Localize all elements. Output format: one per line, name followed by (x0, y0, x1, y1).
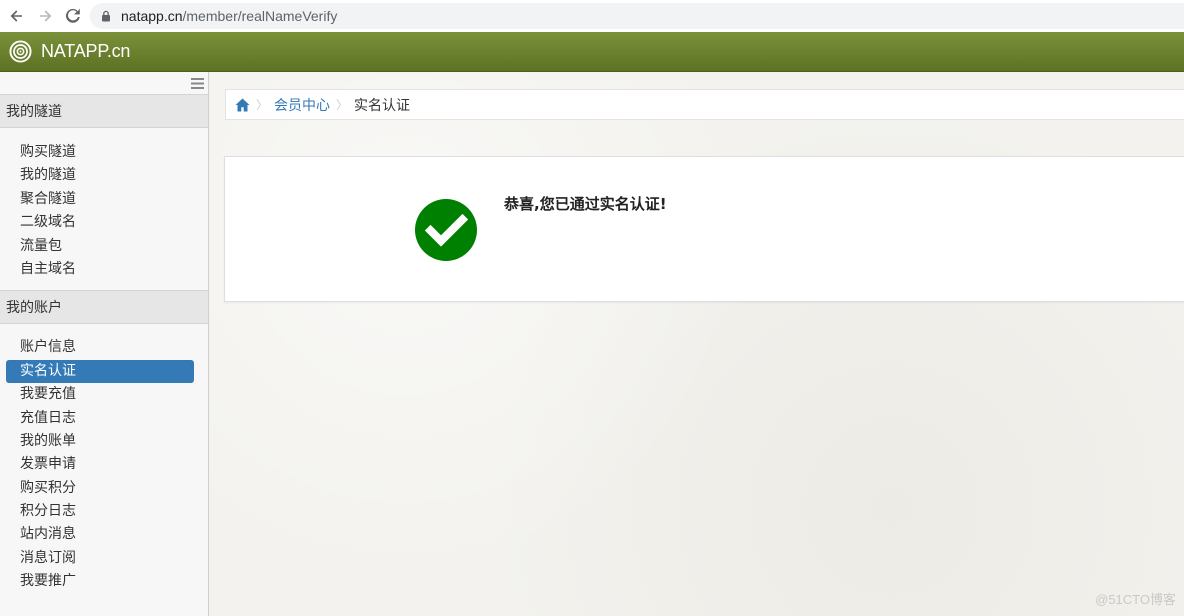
verification-result-panel: 恭喜,您已通过实名认证! (224, 156, 1184, 302)
logo-icon[interactable] (9, 40, 32, 63)
sidebar-item-traffic-pack[interactable]: 流量包 (6, 235, 194, 258)
forward-button[interactable] (34, 5, 56, 27)
sidebar-item-recharge-log[interactable]: 充值日志 (6, 407, 194, 430)
url-host: natapp.cn (121, 8, 183, 24)
sidebar-item-invoice[interactable]: 发票申请 (6, 453, 194, 476)
check-circle-icon (415, 199, 477, 261)
reload-icon (65, 8, 80, 23)
sidebar-item-buy-points[interactable]: 购买积分 (6, 477, 194, 500)
sidebar-item-messages[interactable]: 站内消息 (6, 523, 194, 546)
site-header: NATAPP.cn (0, 32, 1184, 72)
sidebar-item-my-bills[interactable]: 我的账单 (6, 430, 194, 453)
section-title-tunnels[interactable]: 我的隧道 (0, 94, 208, 128)
sidebar-item-subscriptions[interactable]: 消息订阅 (6, 547, 194, 570)
sidebar-item-recharge[interactable]: 我要充值 (6, 383, 194, 406)
breadcrumb-separator: 〉 (336, 98, 349, 112)
breadcrumb-member-center[interactable]: 会员中心 (274, 95, 330, 115)
url-path: /member/realNameVerify (182, 8, 338, 24)
back-button[interactable] (6, 5, 28, 27)
breadcrumb-current: 实名认证 (354, 97, 411, 114)
arrow-right-icon (40, 10, 52, 22)
sidebar-item-points-log[interactable]: 积分日志 (6, 500, 194, 523)
sidebar-item-aggregate-tunnels[interactable]: 聚合隧道 (6, 188, 194, 211)
account-menu: 账户信息 实名认证 我要充值 充值日志 我的账单 发票申请 购买积分 积分日志 … (0, 324, 208, 602)
section-title-account[interactable]: 我的账户 (0, 290, 208, 325)
sidebar-item-my-tunnels[interactable]: 我的隧道 (6, 164, 194, 187)
breadcrumb: 〉 会员中心 〉 实名认证 (225, 89, 1184, 120)
arrow-left-icon (10, 10, 22, 22)
site-name[interactable]: NATAPP.cn (41, 41, 130, 62)
sidebar-toggle[interactable] (0, 72, 208, 94)
address-bar[interactable]: natapp.cn/member/realNameVerify (90, 3, 1184, 29)
sidebar-item-account-info[interactable]: 账户信息 (6, 336, 194, 359)
lock-icon (100, 10, 112, 22)
reload-button[interactable] (62, 5, 84, 27)
success-message: 恭喜,您已通过实名认证! (504, 195, 667, 213)
watermark: @51CTO博客 (1095, 592, 1176, 607)
sidebar-item-buy-tunnel[interactable]: 购买隧道 (6, 141, 194, 164)
sidebar-item-custom-domain[interactable]: 自主域名 (6, 258, 194, 281)
sidebar: 我的隧道 购买隧道 我的隧道 聚合隧道 二级域名 流量包 自主域名 我的账户 账… (0, 72, 209, 616)
sidebar-item-subdomain[interactable]: 二级域名 (6, 211, 194, 234)
tunnels-menu: 购买隧道 我的隧道 聚合隧道 二级域名 流量包 自主域名 (0, 128, 208, 290)
home-icon[interactable] (235, 98, 250, 112)
sidebar-item-referral[interactable]: 我要推广 (6, 570, 194, 593)
sidebar-item-realname-verify[interactable]: 实名认证 (6, 359, 194, 384)
menu-icon (191, 77, 204, 89)
browser-toolbar: natapp.cn/member/realNameVerify (0, 0, 1184, 32)
breadcrumb-separator: 〉 (256, 98, 269, 112)
main-content: 〉 会员中心 〉 实名认证 恭喜,您已通过实名认证! @51CTO博客 (210, 72, 1184, 616)
